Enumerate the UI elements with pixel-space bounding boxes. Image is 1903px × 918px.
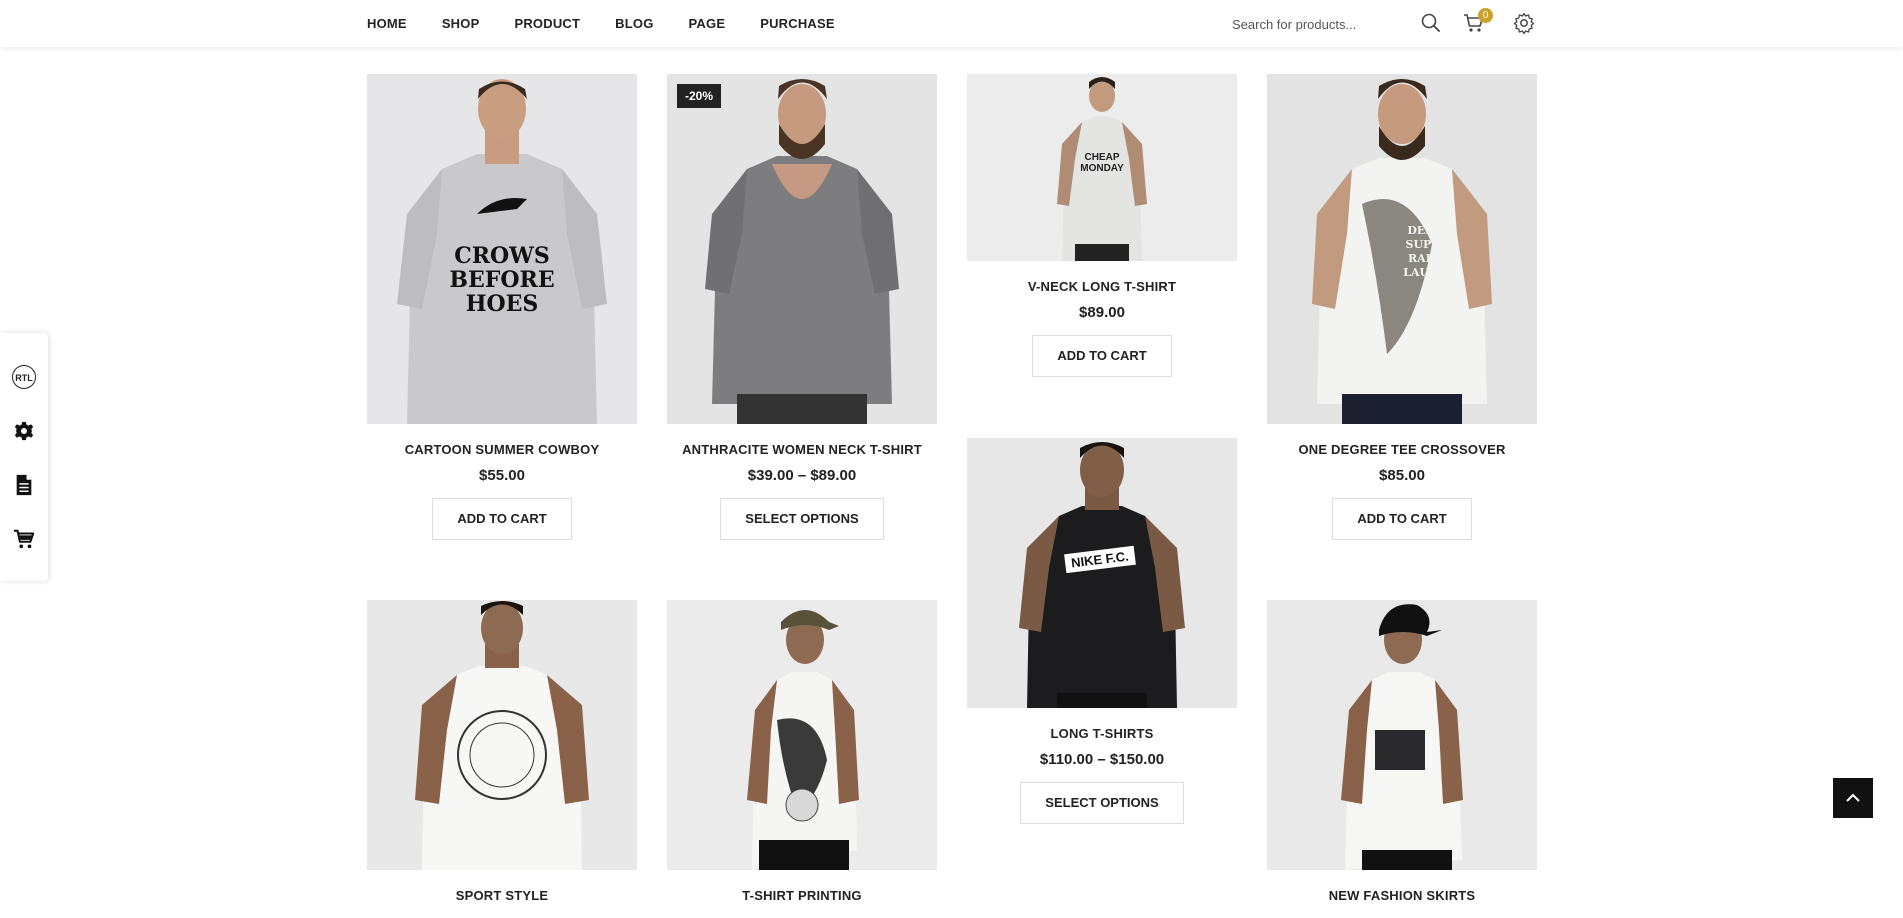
shirt-print-line: SUPPLY bbox=[1405, 238, 1455, 251]
nav-page[interactable]: PAGE bbox=[689, 16, 726, 31]
product-price: $85.00 bbox=[1379, 467, 1425, 484]
gear-icon[interactable] bbox=[1512, 11, 1536, 35]
product-card: -20% ANTHRACITE WOMEN NECK T-SHIRT $39.0… bbox=[667, 74, 937, 540]
shirt-print-line: MONDAY bbox=[1080, 163, 1124, 174]
product-card: DENIM SUPPLY RALPH LAUREN ONE DEGREE TEE… bbox=[1267, 74, 1537, 540]
product-card: NIKE F.C. LONG T-SHIRTS $110.00 – $150.0… bbox=[967, 438, 1237, 824]
sale-badge: -20% bbox=[677, 84, 722, 108]
product-name[interactable]: SPORT STYLE bbox=[367, 888, 637, 903]
shirt-print-text: CROWS BEFORE HOES bbox=[447, 244, 557, 316]
product-image[interactable] bbox=[667, 600, 937, 870]
product-name[interactable]: ONE DEGREE TEE CROSSOVER bbox=[1267, 442, 1537, 457]
add-to-cart-button[interactable]: ADD TO CART bbox=[432, 498, 572, 540]
shirt-print-line: CHEAP bbox=[1084, 152, 1120, 163]
main-nav: HOME SHOP PRODUCT BLOG PAGE PURCHASE bbox=[367, 0, 870, 47]
product-image[interactable]: NIKE F.C. bbox=[967, 438, 1237, 708]
chevron-up-icon bbox=[1846, 793, 1860, 802]
product-price: $39.00 – $89.00 bbox=[747, 467, 857, 484]
shirt-print-line: DENIM bbox=[1407, 224, 1453, 237]
product-name[interactable]: CARTOON SUMMER COWBOY bbox=[367, 442, 637, 457]
product-image[interactable] bbox=[367, 600, 637, 870]
product-card: SPORT STYLE bbox=[367, 600, 637, 903]
product-image[interactable]: -20% bbox=[667, 74, 937, 424]
rtl-toggle-button[interactable]: RTL bbox=[10, 363, 38, 391]
site-header: HOME SHOP PRODUCT BLOG PAGE PURCHASE 0 bbox=[0, 0, 1903, 47]
product-name[interactable]: LONG T-SHIRTS bbox=[967, 726, 1237, 741]
product-price: $55.00 bbox=[479, 467, 525, 484]
product-image[interactable]: CHEAP MONDAY bbox=[967, 74, 1237, 261]
document-icon bbox=[16, 474, 32, 496]
select-options-button[interactable]: SELECT OPTIONS bbox=[1020, 782, 1184, 824]
search-icon[interactable] bbox=[1419, 11, 1443, 35]
product-card: NEW FASHION SKIRTS bbox=[1267, 600, 1537, 903]
side-toolbar: RTL bbox=[0, 333, 48, 581]
add-to-cart-button[interactable]: ADD TO CART bbox=[1032, 335, 1172, 377]
product-image[interactable] bbox=[1267, 600, 1537, 870]
cart-icon bbox=[13, 529, 35, 549]
settings-button[interactable] bbox=[10, 417, 38, 445]
shirt-print-line: CROWS bbox=[454, 243, 550, 269]
cart-count-badge: 0 bbox=[1478, 8, 1493, 23]
nav-blog[interactable]: BLOG bbox=[615, 16, 653, 31]
nav-purchase[interactable]: PURCHASE bbox=[760, 16, 835, 31]
shirt-print-text: DENIM SUPPLY RALPH LAUREN bbox=[1385, 224, 1475, 280]
side-cart-button[interactable] bbox=[10, 525, 38, 553]
product-name[interactable]: T-SHIRT PRINTING bbox=[667, 888, 937, 903]
shirt-print-line: RALPH LAUREN bbox=[1403, 252, 1457, 279]
rtl-label: RTL bbox=[12, 365, 36, 389]
product-name[interactable]: NEW FASHION SKIRTS bbox=[1267, 888, 1537, 903]
shirt-print-line: HOES bbox=[465, 291, 539, 317]
product-price: $110.00 – $150.00 bbox=[1039, 751, 1165, 768]
product-image[interactable]: DENIM SUPPLY RALPH LAUREN bbox=[1267, 74, 1537, 424]
product-card: T-SHIRT PRINTING bbox=[667, 600, 937, 903]
nav-home[interactable]: HOME bbox=[367, 16, 407, 31]
add-to-cart-button[interactable]: ADD TO CART bbox=[1332, 498, 1472, 540]
product-card: CROWS BEFORE HOES CARTOON SUMMER COWBOY … bbox=[367, 74, 637, 540]
product-image[interactable]: CROWS BEFORE HOES bbox=[367, 74, 637, 424]
shirt-print-text: CHEAP MONDAY bbox=[1067, 152, 1137, 174]
nav-product[interactable]: PRODUCT bbox=[514, 16, 580, 31]
settings-gear-icon bbox=[14, 421, 34, 441]
product-name[interactable]: ANTHRACITE WOMEN NECK T-SHIRT bbox=[667, 442, 937, 457]
product-price: $89.00 bbox=[1079, 304, 1125, 321]
select-options-button[interactable]: SELECT OPTIONS bbox=[720, 498, 884, 540]
nav-shop[interactable]: SHOP bbox=[442, 16, 480, 31]
product-card: CHEAP MONDAY V-NECK LONG T-SHIRT $89.00 … bbox=[967, 74, 1237, 377]
back-to-top-button[interactable] bbox=[1833, 778, 1873, 818]
product-name[interactable]: V-NECK LONG T-SHIRT bbox=[967, 279, 1237, 294]
documentation-button[interactable] bbox=[10, 471, 38, 499]
search-input[interactable] bbox=[1230, 11, 1399, 37]
shirt-print-line: BEFORE bbox=[449, 267, 555, 293]
